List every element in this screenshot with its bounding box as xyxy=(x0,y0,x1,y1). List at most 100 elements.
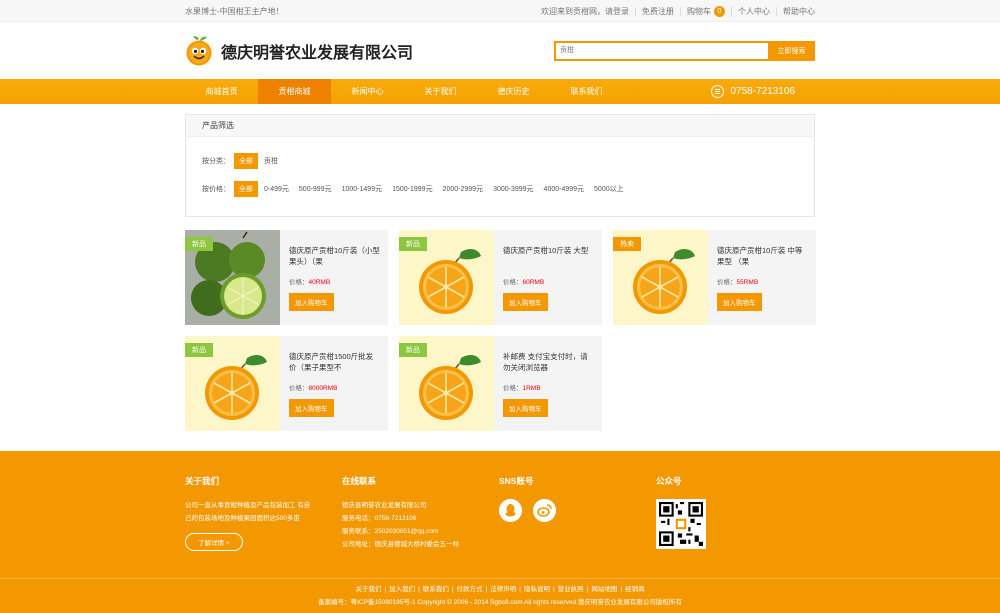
price-value: 40RMB xyxy=(308,279,331,286)
welcome-login-link[interactable]: 欢迎来到贡柑网，请登录 xyxy=(535,6,636,16)
price-option[interactable]: 1500-1999元 xyxy=(392,184,432,194)
product-image[interactable]: 热卖 xyxy=(613,230,708,325)
product-price: 价格：60RMB xyxy=(503,276,594,286)
price-option[interactable]: 3000-3999元 xyxy=(493,184,533,194)
product-image[interactable]: 新品 xyxy=(185,336,280,431)
product-price: 价格：55RMB xyxy=(717,276,808,286)
contact-line: 服务电话：0758-7213106 xyxy=(342,515,417,522)
product-name[interactable]: 补邮费 支付宝支付时，请勿关闭浏览器 xyxy=(503,351,594,374)
add-to-cart-button[interactable]: 加入购物车 xyxy=(503,293,548,311)
product-badge: 新品 xyxy=(185,343,213,357)
product-card[interactable]: 新品 补邮费 支付宝支付时，请勿关闭浏览器 价格：1RMB 加入购物车 xyxy=(399,336,602,431)
price-option[interactable]: 2000-2999元 xyxy=(443,184,483,194)
nav-item-shop[interactable]: 贡柑商城 xyxy=(258,79,331,104)
product-image[interactable]: 新品 xyxy=(399,230,494,325)
footer-link[interactable]: 加入我们 xyxy=(386,586,418,593)
nav-item-history[interactable]: 德庆历史 xyxy=(477,79,550,104)
phone-icon xyxy=(711,85,725,98)
footer-wechat: 公众号 xyxy=(656,475,813,552)
footer-link[interactable]: 付款方式 xyxy=(454,586,486,593)
price-label: 价格： xyxy=(289,279,309,286)
product-name[interactable]: 德庆原产贡柑10斤装 中等果型 （果 xyxy=(717,245,808,268)
help-center-link[interactable]: 帮助中心 xyxy=(777,7,815,16)
search-input[interactable] xyxy=(554,40,768,61)
price-filter-label: 按价格： xyxy=(202,186,230,193)
product-badge: 新品 xyxy=(185,237,213,251)
product-badge: 新品 xyxy=(399,237,427,251)
category-filter-label: 按分类： xyxy=(202,158,230,165)
main-nav: 商城首页 贡柑商城 新闻中心 关于我们 德庆历史 联系我们 0758-72131… xyxy=(0,79,1000,104)
weibo-icon[interactable] xyxy=(533,499,556,522)
cart-link[interactable]: 购物车 0 xyxy=(681,5,732,17)
product-price: 价格：1RMB xyxy=(503,382,594,392)
contact-line: 服务联系：2502030051@qq.com xyxy=(342,528,439,535)
footer-link[interactable]: 关于我们 xyxy=(352,586,384,593)
cart-count-badge: 0 xyxy=(714,5,725,17)
product-badge: 新品 xyxy=(399,343,427,357)
product-card[interactable]: 新品 德庆原产贡柑10斤装 大型 价格：60RMB 加入购物车 xyxy=(399,230,602,325)
footer-wechat-title: 公众号 xyxy=(656,476,682,486)
hotline-number: 0758-7213106 xyxy=(730,86,795,97)
add-to-cart-button[interactable]: 加入购物车 xyxy=(717,293,762,311)
price-option[interactable]: 500-999元 xyxy=(299,184,332,194)
product-image[interactable]: 新品 xyxy=(399,336,494,431)
qq-icon[interactable] xyxy=(499,499,522,522)
product-grid: 新品 德庆原产贡柑10斤装（小型果头）（果 价格：40RMB 加入购物车 新品 xyxy=(185,230,816,431)
nav-item-about[interactable]: 关于我们 xyxy=(404,79,477,104)
price-option-all[interactable]: 全部 xyxy=(234,181,258,197)
search-button[interactable]: 立即搜索 xyxy=(768,40,815,61)
cart-label: 购物车 xyxy=(687,6,711,16)
add-to-cart-button[interactable]: 加入购物车 xyxy=(289,399,334,417)
price-filter-row: 按价格： 全部 0-499元 500-999元 1000-1499元 1500-… xyxy=(186,181,814,197)
product-card[interactable]: 新品 德庆原产贡柑1500斤批发价（果子果型不 价格：8000RMB 加入购物车 xyxy=(185,336,388,431)
footer-link[interactable]: 隐私说明 xyxy=(521,586,553,593)
footer-link[interactable]: 网站地图 xyxy=(588,586,620,593)
nav-item-home[interactable]: 商城首页 xyxy=(185,79,258,104)
price-label: 价格： xyxy=(717,279,737,286)
footer-link[interactable]: 联系我们 xyxy=(420,586,452,593)
about-more-button[interactable]: 了解详情 + xyxy=(185,533,243,551)
filter-title: 产品筛选 xyxy=(186,115,814,137)
footer-bottom: 关于我们 | 加入我们 | 联系我们 | 付款方式 | 法律声明 | 隐私说明 | 营业执照 | 网站地图 |… xyxy=(0,578,1000,606)
price-label: 价格： xyxy=(289,385,309,392)
user-center-link[interactable]: 个人中心 xyxy=(732,6,777,16)
category-option-all[interactable]: 全部 xyxy=(234,153,258,169)
contact-line: 德庆县明誉农业发展有限公司 xyxy=(342,502,427,509)
price-option[interactable]: 5000以上 xyxy=(594,184,624,194)
site-slogan: 水果博士-中国柑王主产地！ xyxy=(185,6,284,16)
category-option[interactable]: 贡柑 xyxy=(264,156,278,166)
footer-about-title: 关于我们 xyxy=(185,476,220,486)
footer-link[interactable]: 经销商 xyxy=(622,586,648,593)
footer-sns-title: SNS账号 xyxy=(499,476,534,486)
footer-link[interactable]: 法律声明 xyxy=(487,586,519,593)
register-link[interactable]: 免费注册 xyxy=(636,6,681,16)
price-label: 价格： xyxy=(503,279,523,286)
nav-item-news[interactable]: 新闻中心 xyxy=(331,79,404,104)
hotline: 0758-7213106 xyxy=(711,85,815,98)
product-card[interactable]: 新品 德庆原产贡柑10斤装（小型果头）（果 价格：40RMB 加入购物车 xyxy=(185,230,388,325)
product-price: 价格：8000RMB xyxy=(289,382,380,392)
product-name[interactable]: 德庆原产贡柑1500斤批发价（果子果型不 xyxy=(289,351,380,374)
price-option[interactable]: 4000-4999元 xyxy=(544,184,584,194)
copyright: 备案编号：粤ICP备15080195号-1 Copyright © 2006 -… xyxy=(318,599,682,606)
add-to-cart-button[interactable]: 加入购物车 xyxy=(289,293,334,311)
product-price: 价格：40RMB xyxy=(289,276,380,286)
product-card[interactable]: 热卖 德庆原产贡柑10斤装 中等果型 （果 价格：55RMB 加入购物车 xyxy=(613,230,816,325)
qr-code-icon xyxy=(656,499,706,549)
price-option[interactable]: 0-499元 xyxy=(264,184,289,194)
product-name[interactable]: 德庆原产贡柑10斤装 大型 xyxy=(503,245,594,268)
footer-contact-title: 在线联系 xyxy=(342,476,377,486)
footer-contact: 在线联系 德庆县明誉农业发展有限公司 服务电话：0758-7213106 服务联… xyxy=(342,475,499,552)
price-option[interactable]: 1000-1499元 xyxy=(342,184,382,194)
nav-item-contact[interactable]: 联系我们 xyxy=(550,79,623,104)
product-filter: 产品筛选 按分类： 全部 贡柑 按价格： 全部 0-499元 500-999元 … xyxy=(185,114,815,217)
product-image[interactable]: 新品 xyxy=(185,230,280,325)
add-to-cart-button[interactable]: 加入购物车 xyxy=(503,399,548,417)
logo[interactable]: 德庆明誉农业发展有限公司 xyxy=(185,35,413,67)
company-name: 德庆明誉农业发展有限公司 xyxy=(221,42,414,62)
price-value: 1RMB xyxy=(522,385,541,392)
product-badge: 热卖 xyxy=(613,237,641,251)
footer-link[interactable]: 营业执照 xyxy=(555,586,587,593)
footer-sns: SNS账号 xyxy=(499,475,656,552)
product-name[interactable]: 德庆原产贡柑10斤装（小型果头）（果 xyxy=(289,245,380,268)
